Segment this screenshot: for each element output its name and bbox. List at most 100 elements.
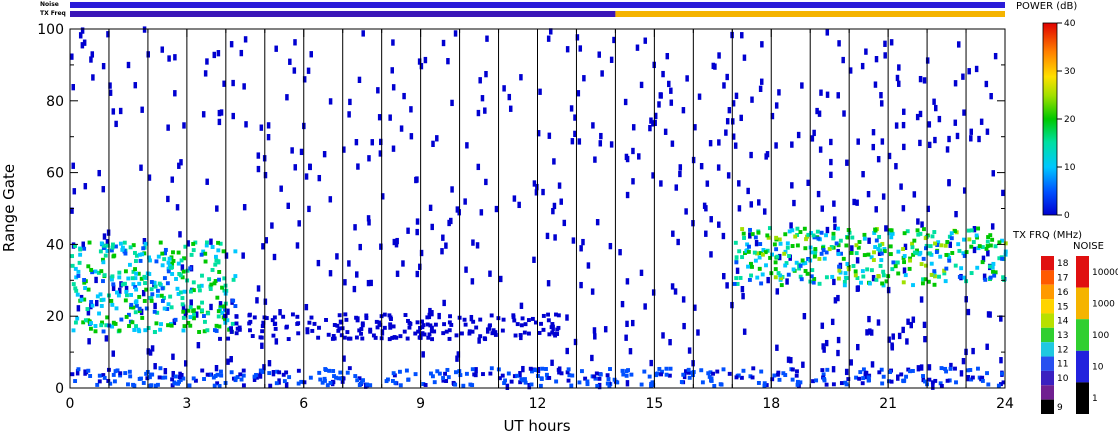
txfreq-colorbar-cell <box>1041 327 1054 343</box>
echo-cell <box>130 276 135 281</box>
echo-cell <box>759 78 764 85</box>
echo-cell <box>76 305 81 312</box>
echo-cell <box>755 275 760 280</box>
echo-cell <box>219 369 223 374</box>
echo-cell <box>832 216 837 223</box>
echo-cell <box>625 278 630 285</box>
echo-cell <box>470 367 475 372</box>
txfreq-colorbar-label: 18 <box>1057 259 1069 269</box>
echo-cell <box>109 298 114 303</box>
echo-cell <box>764 153 768 160</box>
txfreq-colorbar-label: 10 <box>1057 374 1069 384</box>
echo-cell <box>367 155 371 162</box>
echo-cell <box>201 111 206 118</box>
echo-cell <box>876 274 881 279</box>
echo-cell <box>488 371 493 376</box>
echo-cell <box>219 109 224 116</box>
echo-cell <box>317 325 321 330</box>
echo-cell <box>399 125 404 132</box>
echo-cell <box>124 314 129 319</box>
echo-cell <box>886 286 891 294</box>
echo-cell <box>663 128 668 135</box>
echo-cell <box>331 369 336 373</box>
echo-cell <box>440 248 444 255</box>
echo-cell <box>172 381 177 386</box>
echo-cell <box>169 305 174 310</box>
echo-cell <box>939 243 944 248</box>
echo-cell <box>986 382 991 387</box>
echo-cell <box>838 238 843 243</box>
echo-cell <box>697 93 702 100</box>
echo-cell <box>966 308 971 316</box>
echo-cell <box>463 322 468 327</box>
echo-cell <box>919 296 924 303</box>
txfreq-colorbar-cell <box>1041 385 1054 400</box>
echo-cell <box>968 368 973 372</box>
power-colorbar-gradient <box>1042 22 1058 216</box>
echo-cell <box>471 239 475 246</box>
noise-colorbar-label: 1 <box>1092 394 1098 404</box>
echo-cell <box>519 377 524 382</box>
echo-cell <box>910 368 915 373</box>
echo-cell <box>702 202 707 209</box>
echo-cell <box>166 124 170 131</box>
txfreq-colorbar-cell <box>1041 299 1054 314</box>
echo-cell <box>327 368 332 373</box>
echo-cell <box>155 288 160 293</box>
echo-cell <box>458 373 463 378</box>
echo-cell <box>577 380 582 385</box>
echo-cell <box>260 342 264 349</box>
echo-cell <box>817 281 822 286</box>
y-tick-label: 40 <box>46 237 64 253</box>
echo-cell <box>934 104 938 112</box>
echo-cell <box>810 135 815 142</box>
echo-cell <box>160 263 165 268</box>
echo-cell <box>624 373 629 378</box>
echo-cell <box>889 228 894 233</box>
echo-cell <box>790 141 794 148</box>
echo-cell <box>114 306 119 311</box>
echo-cell <box>519 323 524 328</box>
echo-cell <box>304 173 309 180</box>
echo-cell <box>99 241 104 246</box>
echo-cell <box>856 343 860 351</box>
echo-cell <box>927 121 932 128</box>
echo-cell <box>119 317 124 322</box>
echo-cell <box>708 140 713 147</box>
echo-cell <box>871 258 876 263</box>
echo-cell <box>649 359 653 367</box>
echo-cell <box>888 370 893 374</box>
echo-cell <box>631 147 635 155</box>
echo-cell <box>217 270 222 274</box>
echo-cell <box>639 382 644 387</box>
echo-cell <box>203 259 208 264</box>
echo-cell <box>716 164 721 171</box>
echo-cell <box>684 208 688 215</box>
echo-cell <box>686 367 691 372</box>
echo-cell <box>282 379 287 384</box>
echo-cell <box>550 322 555 326</box>
echo-cell <box>773 260 778 265</box>
echo-cell <box>134 299 139 304</box>
echo-cell <box>97 379 102 384</box>
echo-cell <box>932 98 936 105</box>
echo-cell <box>478 317 483 322</box>
echo-cell <box>937 115 942 123</box>
echo-cell <box>182 324 187 329</box>
echo-cell <box>188 266 193 271</box>
echo-cell <box>128 245 133 250</box>
echo-cell <box>296 331 301 336</box>
echo-cell <box>857 376 862 381</box>
echo-cell <box>851 264 856 268</box>
echo-cell <box>223 313 227 318</box>
echo-cell <box>405 336 410 341</box>
echo-cell <box>605 373 610 378</box>
echo-cell <box>600 70 604 77</box>
echo-cell <box>664 366 669 371</box>
txfreq-bar-label: TX Freq <box>40 10 66 17</box>
echo-cell <box>884 225 888 232</box>
echo-cell <box>454 370 458 375</box>
echo-cell <box>620 368 625 373</box>
echo-cell <box>248 328 252 333</box>
echo-cell <box>896 374 900 381</box>
